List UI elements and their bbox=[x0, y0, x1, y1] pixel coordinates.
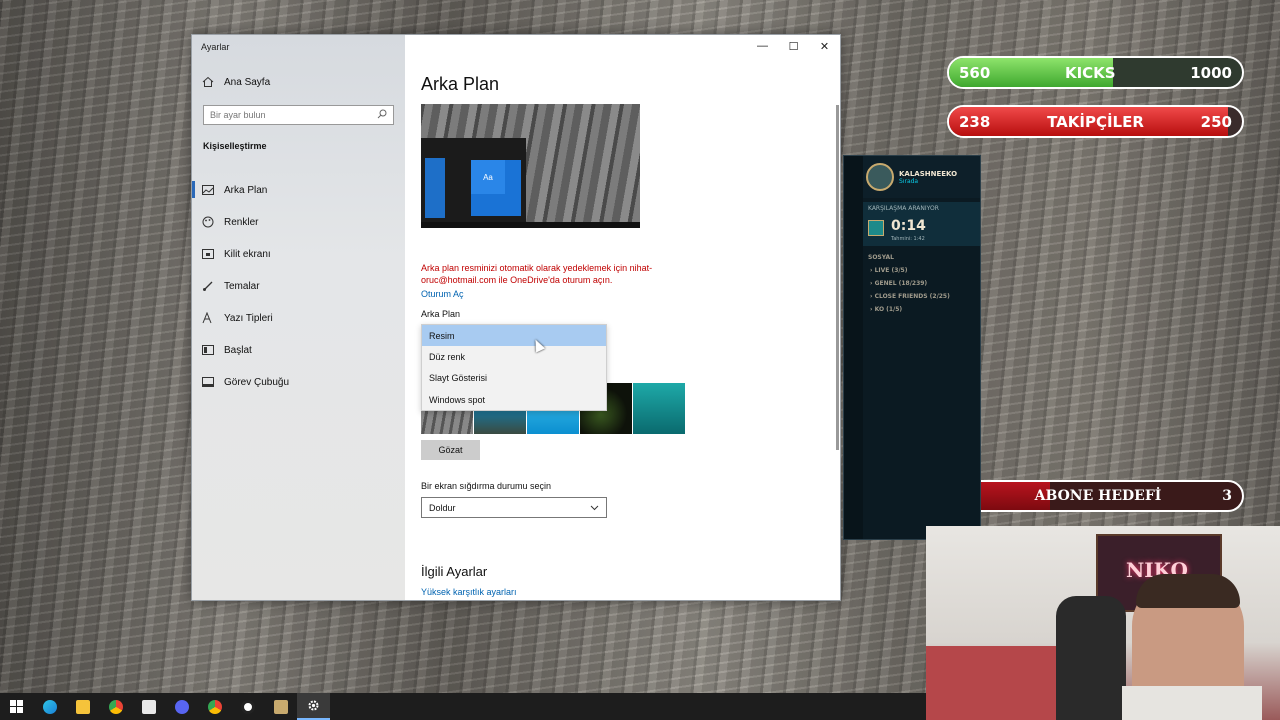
kicks-goal: 1000 bbox=[1190, 63, 1232, 82]
league-client-panel: KALASHNEEKO Sırada KARŞILAŞMA ARANIYOR 0… bbox=[843, 155, 981, 540]
recent-image-5[interactable] bbox=[633, 383, 685, 434]
social-group-live[interactable]: LIVE (3/5) bbox=[870, 267, 980, 274]
brush-icon bbox=[202, 280, 214, 292]
subs-label: ABONE HEDEFİ bbox=[1034, 488, 1162, 504]
kicks-goal-bar: 560 KICKS 1000 bbox=[947, 56, 1244, 89]
sidebar-item-label: Yazı Tipleri bbox=[224, 312, 273, 324]
sidebar-item-label: Görev Çubuğu bbox=[224, 376, 290, 388]
taskbar-icon bbox=[202, 376, 214, 388]
dropdown-option-solid-color[interactable]: Düz renk bbox=[422, 346, 606, 367]
dropdown-option-slideshow[interactable]: Slayt Gösterisi bbox=[422, 368, 606, 389]
preview-tile: Aa bbox=[471, 160, 505, 194]
search-placeholder: Bir ayar bulun bbox=[210, 110, 266, 120]
settings-search-input[interactable]: Bir ayar bulun bbox=[203, 105, 394, 125]
page-title: Arka Plan bbox=[421, 74, 500, 94]
signin-link[interactable]: Oturum Aç bbox=[421, 289, 464, 299]
queue-timer: 0:14 bbox=[891, 218, 926, 234]
background-preview: Aa bbox=[421, 104, 640, 228]
lock-screen-icon bbox=[202, 248, 214, 260]
queue-label: KARŞILAŞMA ARANIYOR bbox=[868, 205, 939, 212]
browse-button[interactable]: Gözat bbox=[421, 440, 480, 460]
league-side-strip bbox=[844, 156, 863, 539]
sidebar-item-colors[interactable]: Renkler bbox=[192, 206, 405, 238]
sidebar-nav: Arka Plan Renkler Kilit ekranı Temalar Y… bbox=[192, 174, 405, 398]
store-icon[interactable] bbox=[132, 693, 165, 720]
preview-taskbar bbox=[421, 222, 640, 228]
sidebar-item-label: Temalar bbox=[224, 280, 260, 292]
chrome-icon[interactable] bbox=[99, 693, 132, 720]
chrome-alt-icon[interactable] bbox=[198, 693, 231, 720]
content-scrollbar[interactable] bbox=[836, 105, 839, 450]
settings-window: Ayarlar Ana Sayfa Bir ayar bulun Kişisel… bbox=[191, 34, 841, 601]
home-nav-item[interactable]: Ana Sayfa bbox=[202, 76, 270, 88]
queue-estimate: Tahmini: 1:42 bbox=[891, 236, 925, 242]
sidebar-item-label: Başlat bbox=[224, 344, 252, 356]
picture-icon bbox=[202, 184, 214, 196]
related-settings-title: İlgili Ayarlar bbox=[421, 564, 488, 579]
streamer-shirt bbox=[1122, 686, 1262, 720]
preview-sidebar bbox=[425, 158, 445, 218]
social-group-general[interactable]: GENEL (18/239) bbox=[870, 280, 980, 287]
sidebar-item-themes[interactable]: Temalar bbox=[192, 270, 405, 302]
home-icon bbox=[202, 76, 214, 88]
dropdown-option-picture[interactable]: Resim bbox=[422, 325, 606, 347]
settings-icon[interactable] bbox=[297, 693, 330, 720]
followers-goal: 250 bbox=[1200, 112, 1232, 131]
social-group-close-friends[interactable]: CLOSE FRIENDS (2/25) bbox=[870, 293, 980, 300]
followers-label: TAKİPÇİLER bbox=[1047, 112, 1144, 131]
followers-current: 238 bbox=[959, 112, 991, 131]
onedrive-backup-message: Arka plan resminizi otomatik olarak yede… bbox=[421, 263, 653, 285]
palette-icon bbox=[202, 216, 214, 228]
queue-panel: KARŞILAŞMA ARANIYOR 0:14 Tahmini: 1:42 bbox=[863, 202, 980, 246]
followers-goal-bar: 238 TAKİPÇİLER 250 bbox=[947, 105, 1244, 138]
sidebar-item-label: Renkler bbox=[224, 216, 259, 228]
sidebar-item-fonts[interactable]: Yazı Tipleri bbox=[192, 302, 405, 334]
search-icon bbox=[377, 109, 387, 121]
taskbar bbox=[0, 693, 926, 720]
discord-icon[interactable] bbox=[165, 693, 198, 720]
file-explorer-icon[interactable] bbox=[66, 693, 99, 720]
background-type-label: Arka Plan bbox=[421, 309, 461, 319]
league-profile[interactable]: KALASHNEEKO Sırada bbox=[844, 156, 980, 198]
home-label: Ana Sayfa bbox=[224, 76, 271, 88]
section-heading: Kişiselleştirme bbox=[203, 141, 267, 151]
sidebar-item-label: Arka Plan bbox=[224, 184, 268, 196]
subscriber-goal-bar: 1 ABONE HEDEFİ 3 bbox=[952, 480, 1244, 512]
chevron-down-icon bbox=[590, 503, 599, 513]
sidebar-item-background[interactable]: Arka Plan bbox=[192, 174, 405, 206]
sidebar-item-taskbar[interactable]: Görev Çubuğu bbox=[192, 366, 405, 398]
webcam-feed: NIKO bbox=[926, 526, 1280, 720]
high-contrast-link[interactable]: Yüksek karşıtlık ayarları bbox=[421, 587, 517, 597]
summoner-name: KALASHNEEKO bbox=[899, 169, 958, 178]
edge-icon[interactable] bbox=[33, 693, 66, 720]
fit-select[interactable]: Doldur bbox=[421, 497, 607, 518]
cam-shelf bbox=[926, 646, 1066, 720]
social-header: SOSYAL bbox=[868, 254, 894, 261]
obs-icon[interactable] bbox=[231, 693, 264, 720]
window-title: Ayarlar bbox=[201, 42, 230, 52]
windows-start-icon[interactable] bbox=[0, 693, 33, 720]
kicks-current: 560 bbox=[959, 63, 991, 82]
summoner-status: Sırada bbox=[899, 177, 919, 185]
streamer-hair bbox=[1136, 574, 1240, 608]
settings-sidebar: Ayarlar Ana Sayfa Bir ayar bulun Kişisel… bbox=[192, 35, 405, 600]
league-icon[interactable] bbox=[264, 693, 297, 720]
subs-goal: 3 bbox=[1222, 488, 1232, 504]
start-icon bbox=[202, 344, 214, 356]
preview-start-menu: Aa bbox=[421, 138, 526, 222]
fit-select-value: Doldur bbox=[429, 502, 456, 513]
avatar bbox=[866, 163, 894, 191]
font-icon bbox=[202, 312, 214, 324]
social-group-ko[interactable]: KO (1/5) bbox=[870, 306, 980, 313]
sidebar-item-label: Kilit ekranı bbox=[224, 248, 271, 260]
queue-mode-icon bbox=[868, 220, 884, 236]
sidebar-item-lock-screen[interactable]: Kilit ekranı bbox=[192, 238, 405, 270]
sidebar-item-start[interactable]: Başlat bbox=[192, 334, 405, 366]
dropdown-option-spotlight[interactable]: Windows spot bbox=[422, 389, 606, 410]
settings-content: Arka Plan Aa Arka plan resminizi otomati… bbox=[405, 35, 840, 600]
gaming-chair bbox=[1056, 596, 1126, 720]
fit-label: Bir ekran sığdırma durumu seçin bbox=[421, 481, 552, 491]
background-type-dropdown[interactable]: Resim Düz renk Slayt Gösterisi Windows s… bbox=[421, 324, 607, 412]
kicks-label: KICKS bbox=[1064, 63, 1116, 82]
